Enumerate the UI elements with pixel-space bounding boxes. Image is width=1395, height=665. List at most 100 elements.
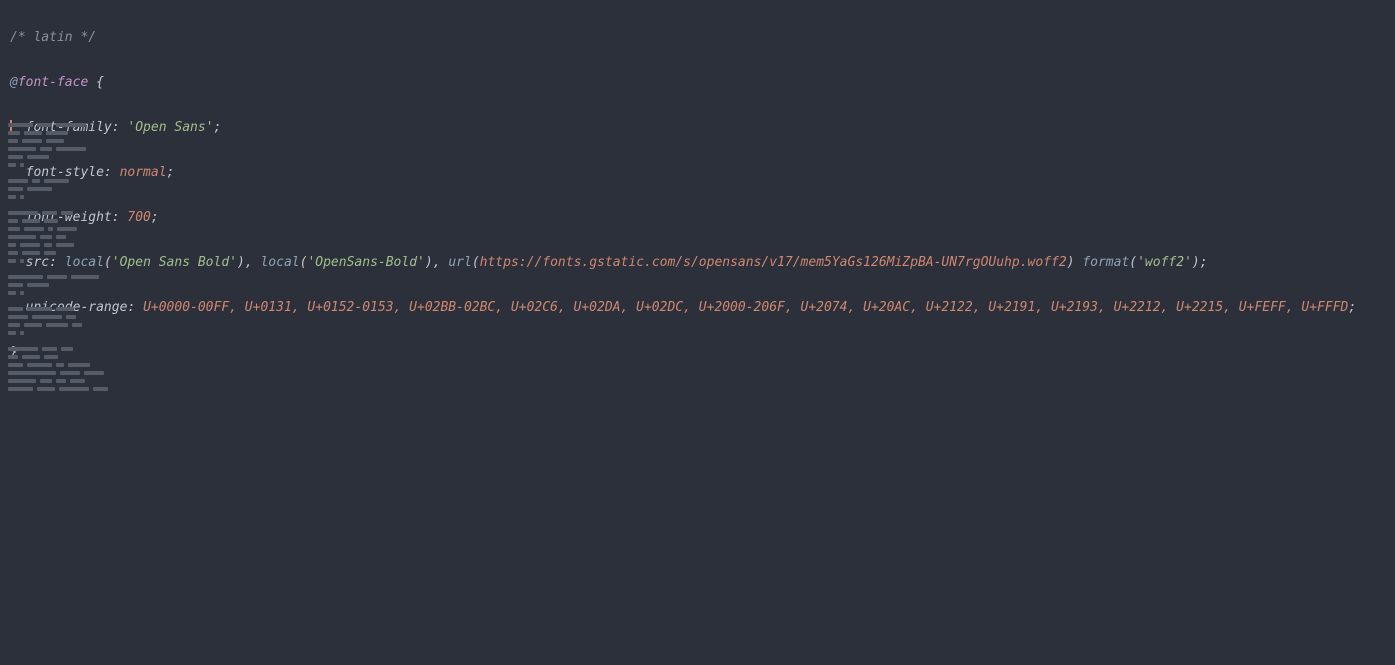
minimap-row [8, 323, 148, 327]
minimap-segment [61, 211, 73, 215]
minimap-segment [56, 379, 66, 383]
code-line[interactable]: } [0, 345, 1395, 360]
minimap-segment [44, 251, 56, 255]
minimap-segment [27, 283, 49, 287]
minimap-row [8, 235, 148, 239]
minimap-segment [8, 243, 16, 247]
punct-token: ; [167, 165, 175, 180]
minimap-segment [48, 227, 53, 231]
punct-token: ) [1067, 255, 1083, 270]
punct-token: ; [1348, 300, 1356, 315]
minimap-segment [8, 187, 23, 191]
code-line[interactable]: src: local('Open Sans Bold'), local('Ope… [0, 255, 1395, 270]
minimap-segment [8, 179, 28, 183]
minimap-row [8, 147, 148, 151]
minimap-row [8, 355, 148, 359]
code-line[interactable]: unicode-range: U+0000-00FF, U+0131, U+01… [0, 300, 1395, 315]
minimap-segment [8, 123, 33, 127]
minimap-row [8, 259, 148, 263]
minimap-segment [42, 347, 57, 351]
minimap-segment [8, 347, 38, 351]
minimap-row [8, 387, 148, 391]
punct-token: ) [237, 255, 245, 270]
minimap-segment [27, 187, 52, 191]
minimap-segment [8, 315, 28, 319]
punct-token: ( [1129, 255, 1137, 270]
minimap-segment [8, 155, 23, 159]
minimap-row [8, 371, 148, 375]
minimap-row [8, 363, 148, 367]
minimap-segment [22, 355, 40, 359]
minimap-segment [40, 235, 52, 239]
minimap-segment [66, 315, 76, 319]
minimap-segment [22, 219, 40, 223]
code-line[interactable]: font-style: normal; [0, 165, 1395, 180]
minimap-segment [72, 323, 82, 327]
comment-token: /* latin */ [10, 30, 96, 45]
minimap-segment [8, 363, 23, 367]
minimap-row [8, 251, 148, 255]
minimap-row [8, 275, 148, 279]
brace-token: { [88, 75, 104, 90]
minimap-segment [40, 147, 52, 151]
minimap-segment [8, 355, 18, 359]
code-line[interactable]: font-weight: 700; [0, 210, 1395, 225]
code-editor[interactable]: /* latin */ @font-face { font-family: 'O… [0, 0, 1395, 435]
minimap-row [8, 211, 148, 215]
function-token: local [260, 255, 299, 270]
punct-token: ( [472, 255, 480, 270]
minimap-segment [8, 163, 16, 167]
minimap-segment [60, 371, 80, 375]
minimap-segment [8, 131, 20, 135]
minimap-segment [56, 147, 86, 151]
code-line[interactable]: /* latin */ [0, 30, 1395, 45]
function-token: url [448, 255, 471, 270]
minimap-segment [56, 363, 64, 367]
minimap-segment [8, 379, 36, 383]
minimap-segment [8, 291, 16, 295]
punct-token: ; [151, 210, 159, 225]
minimap-row [8, 379, 148, 383]
minimap-row [8, 187, 148, 191]
unicode-range-token: U+0000-00FF, U+0131, U+0152-0153, U+02BB… [143, 300, 1348, 315]
minimap-segment [56, 307, 74, 311]
minimap-row [8, 307, 148, 311]
minimap-segment [27, 363, 52, 367]
minimap-segment [8, 235, 36, 239]
punct-token: ) [425, 255, 433, 270]
punct-token: , [433, 255, 449, 270]
code-line[interactable]: @font-face { [0, 75, 1395, 90]
minimap-segment [37, 387, 55, 391]
minimap-segment [56, 235, 66, 239]
minimap-row [8, 283, 148, 287]
minimap-segment [8, 275, 43, 279]
code-line[interactable]: font-family: 'Open Sans'; [0, 120, 1395, 135]
minimap-segment [37, 123, 52, 127]
string-token: 'woff2' [1137, 255, 1192, 270]
punct-token: , [245, 255, 261, 270]
minimap-segment [32, 179, 40, 183]
minimap-segment [8, 219, 18, 223]
minimap-segment [8, 211, 38, 215]
minimap-segment [44, 243, 52, 247]
minimap-segment [93, 387, 108, 391]
minimap-row [8, 291, 148, 295]
minimap-segment [46, 131, 68, 135]
minimap-panel[interactable] [8, 123, 148, 395]
minimap-segment [8, 387, 33, 391]
minimap-row [8, 227, 148, 231]
minimap-segment [56, 243, 74, 247]
string-token: 'OpenSans-Bold' [307, 255, 424, 270]
minimap-segment [24, 323, 42, 327]
minimap-segment [8, 147, 36, 151]
minimap-segment [20, 243, 40, 247]
minimap-segment [70, 379, 85, 383]
minimap-segment [46, 139, 64, 143]
minimap-row [8, 123, 148, 127]
minimap-segment [44, 219, 58, 223]
minimap-segment [8, 195, 16, 199]
minimap-segment [20, 259, 24, 263]
minimap-segment [44, 355, 58, 359]
minimap-segment [57, 227, 77, 231]
minimap-row [8, 139, 148, 143]
